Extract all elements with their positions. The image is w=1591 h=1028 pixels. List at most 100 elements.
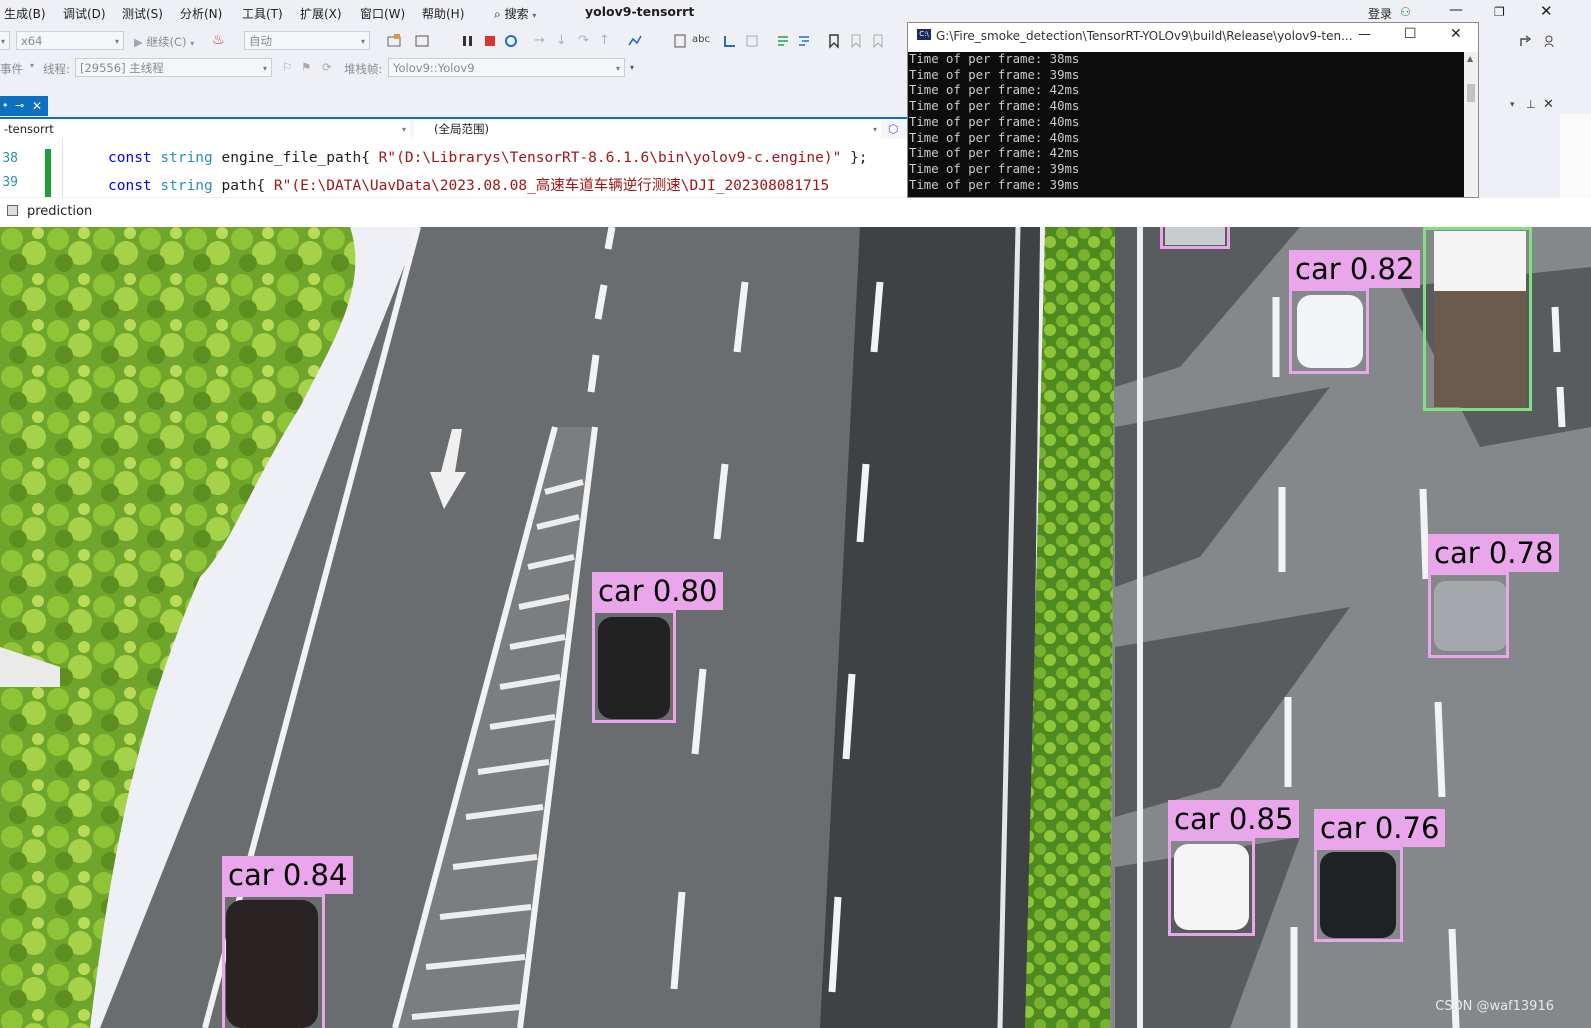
- member-icon[interactable]: ⬡: [888, 122, 898, 136]
- stop-icon[interactable]: [482, 33, 498, 49]
- stackframe-value: Yolov9::Yolov9: [393, 61, 475, 75]
- window-icon: [7, 205, 18, 216]
- thread-value: [29556] 主线程: [80, 61, 164, 75]
- step-into-icon[interactable]: ↓: [556, 33, 567, 48]
- bookmark-icon[interactable]: [826, 33, 842, 49]
- pause-icon[interactable]: [460, 33, 476, 49]
- string-literal: R"(E:\DATA\UavData\2023.08.08_高速车道车辆逆行测速…: [273, 178, 830, 194]
- close-tab-icon[interactable]: ✕: [32, 96, 42, 116]
- solution-config-combo[interactable]: 自动 ▾: [244, 31, 370, 50]
- feedback-icon[interactable]: [1542, 33, 1558, 49]
- diagnostics-icon[interactable]: [627, 33, 643, 49]
- pin-icon[interactable]: ⊥: [1526, 98, 1536, 111]
- console-output: Time of per frame: 38ms Time of per fram…: [908, 52, 1465, 197]
- line-number: 38: [2, 151, 18, 166]
- minimize-icon[interactable]: —: [1358, 27, 1371, 42]
- console-line: Time of per frame: 39ms: [909, 177, 1080, 192]
- menu-test[interactable]: 测试(S): [122, 5, 163, 22]
- keyword: const: [108, 150, 152, 166]
- menu-analyze[interactable]: 分析(N): [180, 5, 222, 22]
- events-label: 事件: [0, 62, 23, 76]
- signin-link[interactable]: 登录: [1368, 5, 1392, 22]
- restore-icon[interactable]: ❐: [1494, 5, 1505, 19]
- project-combo-value: -tensorrt: [4, 122, 54, 136]
- close-icon[interactable]: ✕: [1540, 2, 1553, 20]
- console-window[interactable]: C:\ G:\Fire_smoke_detection\TensorRT-YOL…: [907, 22, 1479, 198]
- detection-box: [592, 610, 676, 723]
- spellcheck-icon[interactable]: abc: [692, 34, 710, 45]
- prediction-titlebar[interactable]: prediction: [0, 198, 1591, 227]
- detection-box: [1168, 838, 1255, 936]
- line-number: 39: [2, 175, 18, 190]
- prediction-image: car 0.82 car 0.78 car 0.80 car 0.84 car …: [0, 227, 1591, 1028]
- console-scrollbar[interactable]: ▲: [1464, 52, 1478, 197]
- type-name: string: [160, 178, 213, 194]
- show-flagged-icon[interactable]: ⟳: [322, 60, 332, 74]
- comment-icon[interactable]: [775, 33, 791, 49]
- config-combo-left[interactable]: ▾: [0, 31, 10, 50]
- scroll-thumb[interactable]: [1467, 84, 1475, 102]
- account-icon[interactable]: ⚇: [1400, 5, 1411, 19]
- detection-box: [1314, 847, 1403, 942]
- thread-combo[interactable]: [29556] 主线程 ▾: [75, 58, 272, 77]
- minimize-icon[interactable]: —: [1449, 2, 1463, 18]
- chevron-down-icon: ▾: [532, 11, 537, 20]
- maximize-icon[interactable]: ☐: [1404, 26, 1417, 42]
- menu-window[interactable]: 窗口(W): [360, 5, 405, 22]
- console-titlebar[interactable]: C:\ G:\Fire_smoke_detection\TensorRT-YOL…: [908, 23, 1478, 51]
- step-back-icon[interactable]: ↷: [578, 33, 589, 48]
- toolbar-overflow-icon[interactable]: ▾: [630, 63, 634, 72]
- restart-icon[interactable]: [503, 33, 519, 49]
- format-icon[interactable]: [722, 33, 738, 49]
- scroll-up-icon[interactable]: ▲: [1467, 54, 1473, 63]
- uncomment-icon[interactable]: [796, 33, 812, 49]
- detection-box: [1289, 288, 1369, 374]
- close-icon[interactable]: ✕: [1543, 97, 1554, 112]
- next-bookmark-icon[interactable]: [870, 33, 886, 49]
- windows-icon[interactable]: [414, 33, 430, 49]
- menu-build[interactable]: 生成(B): [4, 5, 46, 22]
- gutter-divider: [62, 139, 63, 197]
- menu-tools[interactable]: 工具(T): [242, 5, 283, 22]
- step-out-icon[interactable]: ↑: [599, 33, 610, 48]
- line-end: };: [850, 150, 868, 166]
- chevron-down-icon[interactable]: ▾: [30, 61, 34, 70]
- flag-all-icon[interactable]: ⚑: [301, 60, 311, 74]
- detection-label: car 0.85: [1168, 800, 1300, 838]
- platform-combo[interactable]: x64 ▾: [16, 31, 124, 50]
- flag-thread-icon[interactable]: ⚐: [282, 60, 292, 74]
- console-line: Time of per frame: 39ms: [909, 161, 1080, 176]
- tab-main-cpp[interactable]: • ⊸ ✕: [0, 96, 48, 116]
- hot-reload-icon[interactable]: ♨: [212, 32, 225, 48]
- close-icon[interactable]: ✕: [1450, 26, 1462, 42]
- menu-extensions[interactable]: 扩展(X): [300, 5, 342, 22]
- indent-icon[interactable]: [744, 33, 760, 49]
- stackframe-combo[interactable]: Yolov9::Yolov9 ▾: [388, 58, 625, 77]
- console-line: Time of per frame: 40ms: [909, 99, 1080, 114]
- tab-indicator-icon: •: [2, 99, 9, 112]
- tool-window-header: ▾ ⊥ ✕: [1478, 94, 1591, 198]
- continue-label: 继续(C): [146, 35, 187, 49]
- continue-button[interactable]: ▶ 继续(C) ▾: [134, 34, 194, 50]
- detection-label: car 0.80: [592, 572, 724, 610]
- step-over-icon[interactable]: →: [534, 33, 545, 48]
- menu-help[interactable]: 帮助(H): [422, 5, 464, 22]
- document-icon[interactable]: [672, 33, 688, 49]
- watermark: CSDN @waf13916: [1435, 999, 1554, 1014]
- pin-icon[interactable]: ⊸: [15, 96, 24, 116]
- dropdown-icon[interactable]: ▾: [1510, 100, 1515, 110]
- prev-bookmark-icon[interactable]: [848, 33, 864, 49]
- platform-value: x64: [21, 34, 43, 48]
- console-line: Time of per frame: 40ms: [909, 114, 1080, 129]
- scope-combo[interactable]: (全局范围) ▾: [414, 120, 881, 139]
- console-line: Time of per frame: 38ms: [909, 52, 1080, 66]
- attach-process-icon[interactable]: [386, 33, 402, 49]
- search-label: 搜索: [504, 7, 529, 21]
- project-combo[interactable]: -tensorrt ▾: [0, 120, 410, 139]
- stackframe-label: 堆栈帧:: [344, 62, 383, 76]
- menu-debug[interactable]: 调试(D): [63, 5, 106, 22]
- detection-label: car 0.78: [1428, 534, 1560, 572]
- code-editor[interactable]: 38 const string engine_file_path{ R"(D:\…: [0, 139, 920, 197]
- search-button[interactable]: ⌕ 搜索 ▾: [494, 5, 536, 22]
- share-icon[interactable]: [1518, 33, 1534, 49]
